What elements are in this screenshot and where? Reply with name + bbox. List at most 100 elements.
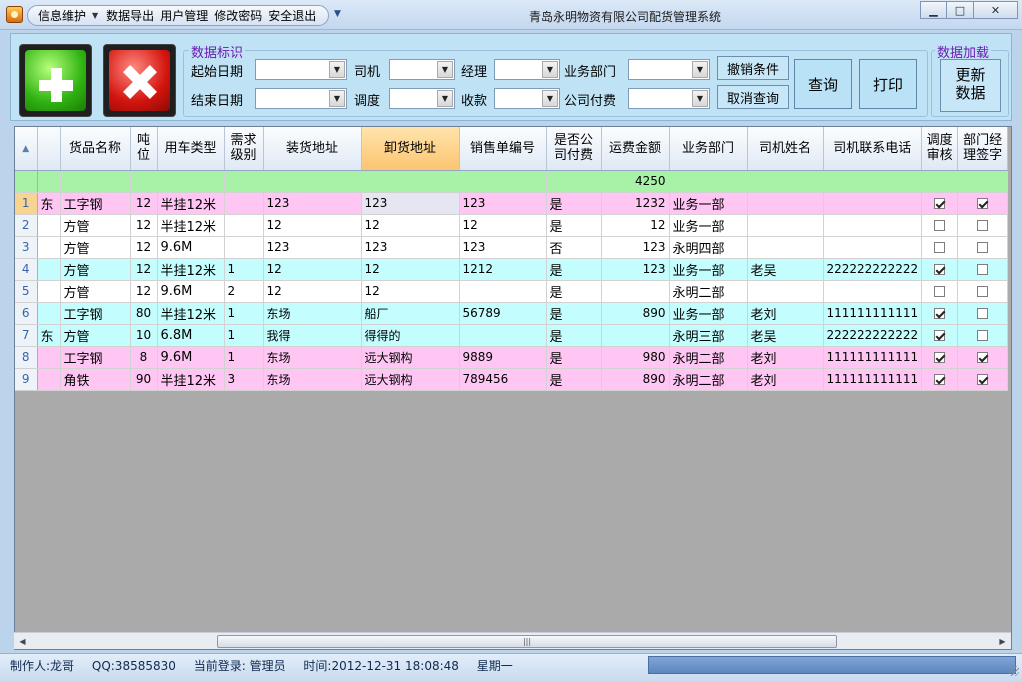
cell-dept[interactable]: 永明三部 — [669, 324, 748, 347]
table-row[interactable]: 6 工字钢 80 半挂12米 1 东场 船厂 56789 是 890 业务一部 老刘 111111111… — [15, 302, 1009, 325]
cell-dept[interactable]: 业务一部 — [669, 192, 748, 215]
cell-driver[interactable] — [747, 280, 824, 303]
cell-freight[interactable]: 123 — [601, 236, 670, 259]
cell-sale[interactable] — [459, 324, 547, 347]
cell-driver[interactable]: 老刘 — [747, 346, 824, 369]
cell-goods[interactable]: 方管 — [60, 214, 131, 237]
chevron-down-icon[interactable]: ▼ — [329, 61, 345, 78]
table-row[interactable]: 1 东工字钢 12 半挂12米 123 123 123 是 1232 业务一部 — [15, 192, 1009, 215]
cell-goods[interactable]: 工字钢 — [60, 192, 131, 215]
table-row[interactable]: 3 方管 12 9.6M 123 123 123 否 123 永明四部 — [15, 236, 1009, 259]
cell-sale[interactable]: 56789 — [459, 302, 547, 325]
cell-company-pay[interactable]: 是 — [546, 280, 602, 303]
cell-company-pay[interactable]: 是 — [546, 368, 602, 391]
cell-freight[interactable]: 890 — [601, 302, 670, 325]
table-row[interactable]: 2 方管 12 半挂12米 12 12 12 是 12 业务一部 — [15, 214, 1009, 237]
cell-ton[interactable]: 80 — [130, 302, 158, 325]
cell-lead[interactable] — [37, 258, 61, 281]
cell-level[interactable] — [224, 192, 264, 215]
cell-company-pay[interactable]: 是 — [546, 324, 602, 347]
cell-phone[interactable] — [823, 192, 923, 215]
cell-phone[interactable]: 111111111111 — [823, 368, 923, 391]
cell-ton[interactable]: 12 — [130, 236, 158, 259]
dispatch-audit-checkbox[interactable] — [934, 264, 946, 275]
resize-grip-icon[interactable] — [1009, 666, 1019, 676]
cell-company-pay[interactable]: 是 — [546, 302, 602, 325]
cell-vehicle[interactable]: 9.6M — [157, 280, 225, 303]
cell-freight[interactable] — [601, 280, 670, 303]
cell-dept[interactable]: 业务一部 — [669, 258, 748, 281]
chevron-down-icon[interactable]: ▼ — [437, 61, 453, 78]
cell-vehicle[interactable]: 半挂12米 — [157, 192, 225, 215]
cell-freight[interactable] — [601, 324, 670, 347]
scrollbar-thumb[interactable]: ||| — [217, 635, 837, 648]
cell-ton[interactable]: 12 — [130, 214, 158, 237]
cell-phone[interactable]: 111111111111 — [823, 302, 923, 325]
row-number[interactable]: 9 — [15, 368, 38, 391]
manager-sign-checkbox[interactable] — [977, 242, 989, 253]
chevron-down-icon[interactable]: ▼ — [542, 90, 558, 107]
column-header-goods-name[interactable]: 货品名称 — [60, 127, 131, 171]
manager-sign-checkbox[interactable] — [977, 198, 989, 209]
cancel-query-button[interactable]: 取消查询 — [717, 85, 789, 109]
row-number[interactable]: 5 — [15, 280, 38, 303]
column-header-company-pay[interactable]: 是否公 司付费 — [546, 127, 602, 171]
manager-combo[interactable]: ▼ — [494, 59, 560, 80]
cell-unload[interactable]: 远大钢构 — [361, 346, 460, 369]
revoke-conditions-button[interactable]: 撤销条件 — [717, 56, 789, 80]
delete-record-button[interactable] — [103, 44, 176, 117]
cell-load[interactable]: 我得 — [263, 324, 362, 347]
cell-phone[interactable]: 222222222222 — [823, 258, 923, 281]
table-row[interactable]: 7 东方管 10 6.8M 1 我得 得得的 是 永明三部 老吴 222222222222 — [15, 324, 1009, 347]
cell-ton[interactable]: 12 — [130, 258, 158, 281]
cell-vehicle[interactable]: 半挂12米 — [157, 368, 225, 391]
cell-lead[interactable] — [37, 280, 61, 303]
cell-unload[interactable]: 12 — [361, 258, 460, 281]
cell-level[interactable]: 3 — [224, 368, 264, 391]
chevron-down-icon[interactable]: ▼ — [692, 90, 708, 107]
scroll-right-icon[interactable]: ▶ — [995, 634, 1010, 649]
cell-freight[interactable]: 123 — [601, 258, 670, 281]
data-grid[interactable]: ▲ 货品名称吨位用车类型 需求 级别 装货地址 卸货地址 销售单编号 是否公 司付费 运费金额业… — [14, 126, 1012, 650]
chevron-down-icon[interactable]: ▼ — [692, 61, 708, 78]
cell-vehicle[interactable]: 半挂12米 — [157, 302, 225, 325]
cell-lead[interactable] — [37, 302, 61, 325]
cell-vehicle[interactable]: 9.6M — [157, 236, 225, 259]
cell-unload[interactable]: 123 — [361, 236, 460, 259]
cell-sale[interactable]: 123 — [459, 192, 547, 215]
menu-data-export[interactable]: 数据导出 — [106, 7, 154, 24]
dispatch-audit-checkbox[interactable] — [934, 308, 946, 319]
cell-dept[interactable]: 永明二部 — [669, 368, 748, 391]
cell-company-pay[interactable]: 是 — [546, 346, 602, 369]
manager-sign-checkbox[interactable] — [977, 220, 989, 231]
close-button[interactable]: ✕ — [974, 1, 1018, 19]
row-number[interactable]: 2 — [15, 214, 38, 237]
cell-dept[interactable]: 永明四部 — [669, 236, 748, 259]
cell-ton[interactable]: 8 — [130, 346, 158, 369]
row-number[interactable]: 7 — [15, 324, 38, 347]
cell-load[interactable]: 东场 — [263, 302, 362, 325]
cell-unload[interactable]: 12 — [361, 214, 460, 237]
add-record-button[interactable] — [19, 44, 92, 117]
company-pay-combo[interactable]: ▼ — [628, 88, 710, 109]
query-button[interactable]: 查询 — [794, 59, 852, 109]
chevron-down-icon[interactable]: ▼ — [437, 90, 453, 107]
cell-ton[interactable]: 12 — [130, 280, 158, 303]
row-selector-header[interactable]: ▲ — [15, 127, 38, 171]
menu-user-manage[interactable]: 用户管理 — [160, 7, 208, 24]
cell-lead[interactable] — [37, 236, 61, 259]
cell-goods[interactable]: 工字钢 — [60, 346, 131, 369]
cell-unload[interactable]: 123 — [361, 192, 460, 215]
cell-goods[interactable]: 方管 — [60, 280, 131, 303]
menu-info-maintain[interactable]: 信息维护 — [38, 7, 86, 24]
cell-sale[interactable]: 9889 — [459, 346, 547, 369]
cell-sale[interactable] — [459, 280, 547, 303]
table-row[interactable]: 5 方管 12 9.6M 2 12 12 是永明二部 — [15, 280, 1009, 303]
cell-level[interactable]: 1 — [224, 258, 264, 281]
cell-goods[interactable]: 方管 — [60, 324, 131, 347]
department-combo[interactable]: ▼ — [628, 59, 710, 80]
dispatch-audit-checkbox[interactable] — [934, 374, 946, 385]
row-number[interactable]: 4 — [15, 258, 38, 281]
cell-driver[interactable]: 老吴 — [747, 258, 824, 281]
cell-dept[interactable]: 永明二部 — [669, 346, 748, 369]
